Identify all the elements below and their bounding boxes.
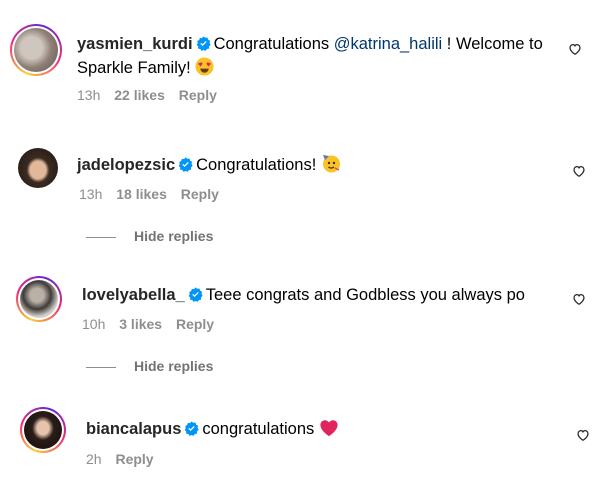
- divider: [86, 366, 116, 368]
- timestamp[interactable]: 10h: [82, 316, 105, 332]
- comment-body: congratulations: [202, 420, 315, 438]
- comment-meta: 2h Reply: [86, 451, 164, 467]
- red-heart-emoji-icon: [320, 420, 338, 437]
- like-heart-icon[interactable]: [572, 164, 586, 178]
- timestamp[interactable]: 2h: [86, 451, 102, 467]
- partying-face-emoji-icon: [322, 155, 340, 173]
- comment-text: yasmien_kurdi Congratulations @katrina_ha…: [77, 31, 543, 57]
- username[interactable]: jadelopezsic: [77, 156, 175, 174]
- likes-count[interactable]: 18 likes: [116, 186, 167, 202]
- timestamp[interactable]: 13h: [79, 186, 102, 202]
- avatar[interactable]: [16, 276, 62, 322]
- comment-meta: 13h 18 likes Reply: [79, 186, 229, 202]
- comment-body: Congratulations!: [196, 156, 317, 174]
- timestamp[interactable]: 13h: [77, 87, 100, 103]
- verified-badge-icon: [178, 157, 193, 172]
- verified-badge-icon: [185, 421, 199, 436]
- likes-count[interactable]: 3 likes: [119, 316, 162, 332]
- comment-body: Congratulations: [213, 35, 334, 53]
- username[interactable]: yasmien_kurdi: [77, 35, 193, 53]
- comment-text-line2: Sparkle Family!: [77, 55, 214, 81]
- comment-meta: 10h 3 likes Reply: [82, 316, 224, 332]
- comment-text: biancalapus congratulations: [86, 416, 339, 442]
- heart-eyes-emoji-icon: [195, 57, 214, 76]
- like-heart-icon[interactable]: [576, 428, 590, 442]
- reply-button[interactable]: Reply: [176, 316, 214, 332]
- hide-replies-button[interactable]: Hide replies: [86, 358, 213, 374]
- comment-body-continued: ! Welcome to: [442, 35, 543, 53]
- username[interactable]: lovelyabella_: [82, 286, 185, 304]
- hide-replies-label[interactable]: Hide replies: [134, 358, 213, 374]
- comment-body: Teee congrats and Godbless you always po: [205, 286, 525, 304]
- reply-button[interactable]: Reply: [115, 451, 153, 467]
- like-heart-icon[interactable]: [568, 42, 582, 56]
- verified-badge-icon: [196, 36, 211, 51]
- comment-text: lovelyabella_ Teee congrats and Godbless …: [82, 282, 525, 308]
- divider: [86, 236, 116, 238]
- avatar[interactable]: [10, 24, 62, 76]
- hide-replies-button[interactable]: Hide replies: [86, 228, 213, 244]
- hide-replies-label[interactable]: Hide replies: [134, 228, 213, 244]
- reply-button[interactable]: Reply: [179, 87, 217, 103]
- avatar[interactable]: [18, 148, 58, 188]
- username[interactable]: biancalapus: [86, 420, 181, 438]
- avatar[interactable]: [20, 407, 66, 453]
- comment-body-line2: Sparkle Family!: [77, 59, 191, 77]
- verified-badge-icon: [188, 287, 203, 302]
- mention-link[interactable]: @katrina_halili: [334, 35, 442, 53]
- likes-count[interactable]: 22 likes: [114, 87, 165, 103]
- comment-text: jadelopezsic Congratulations!: [77, 152, 341, 178]
- comment-meta: 13h 22 likes Reply: [77, 87, 227, 103]
- reply-button[interactable]: Reply: [181, 186, 219, 202]
- like-heart-icon[interactable]: [572, 292, 586, 306]
